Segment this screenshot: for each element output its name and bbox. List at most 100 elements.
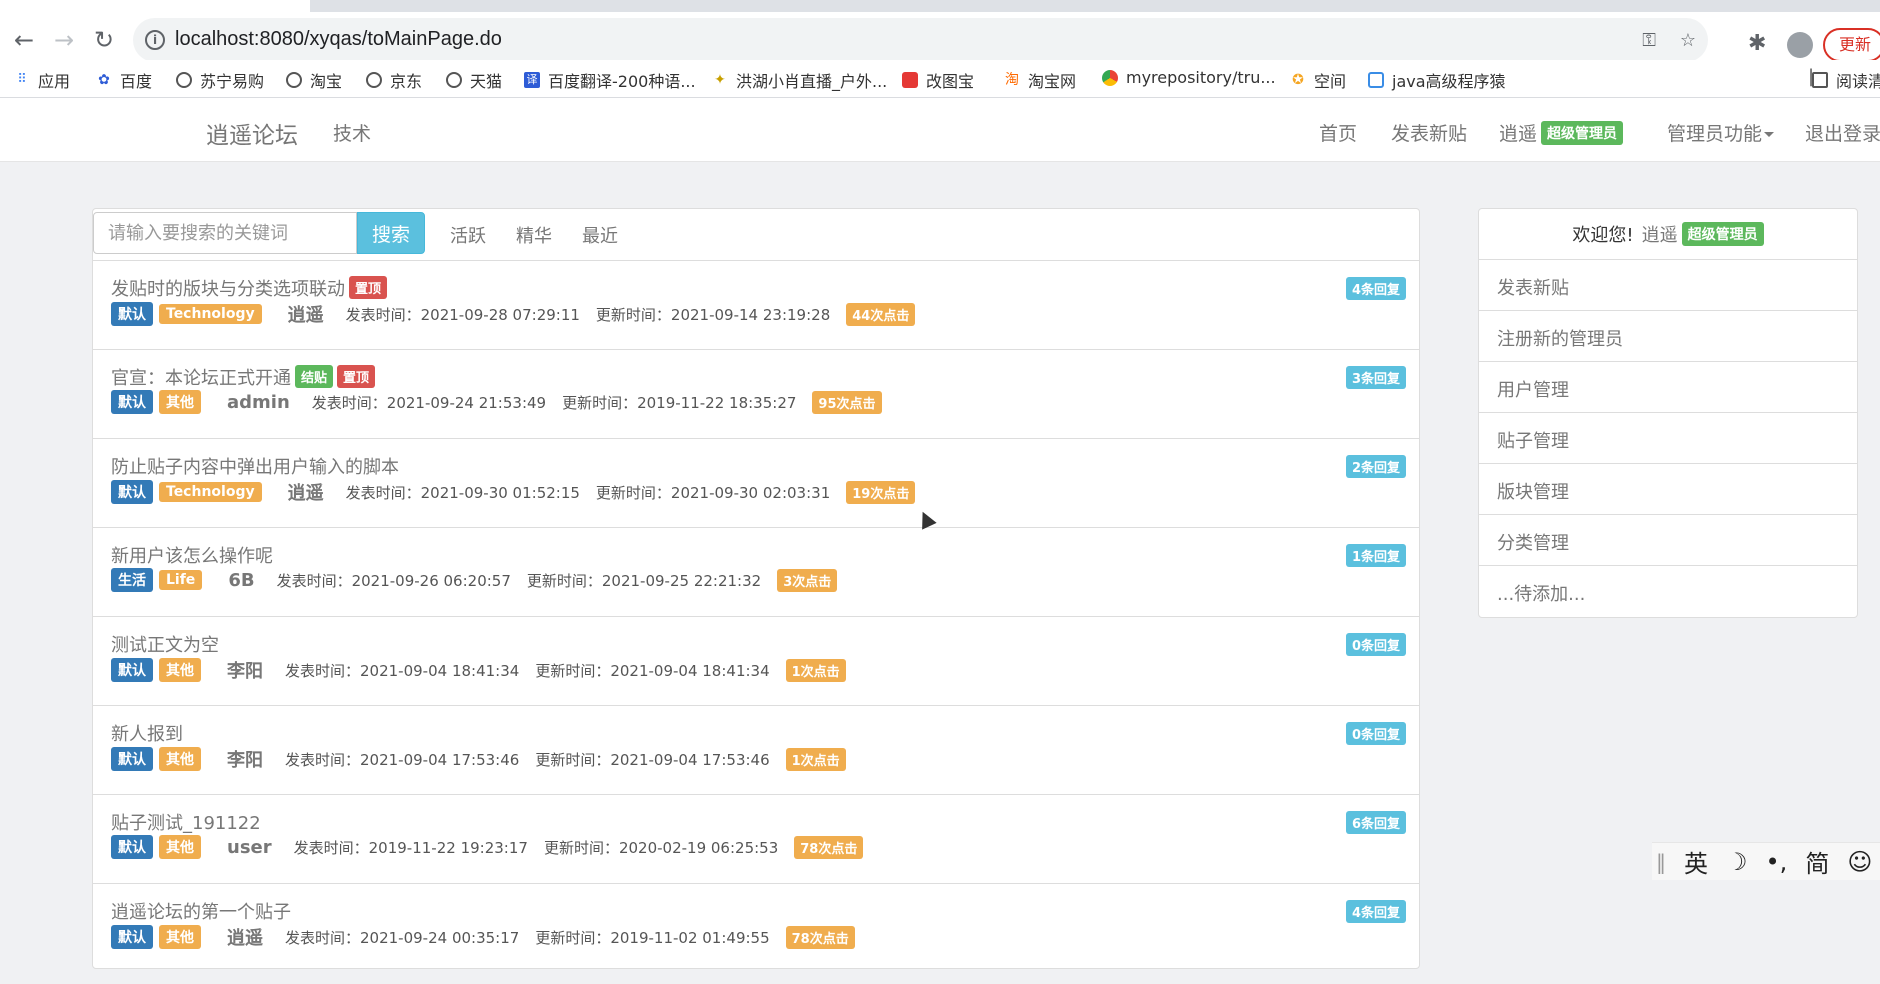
bookmark-java-programmer[interactable]: java高级程序猿 [1368,68,1506,92]
update-button[interactable]: 更新 [1823,28,1880,62]
tab-featured[interactable]: 精华 [516,222,552,248]
reply-count-badge: 4条回复 [1345,900,1406,923]
category-tag[interactable]: Technology [159,482,262,502]
category-tag[interactable]: Technology [159,304,262,324]
sidebar-item-category-management[interactable]: 分类管理 [1479,515,1857,566]
nav-logout[interactable]: 退出登录 [1805,119,1880,146]
post-title-link[interactable]: 测试正文为空 [111,631,219,657]
category-tag[interactable]: Life [159,570,203,590]
post-title-link[interactable]: 发贴时的版块与分类选项联动 置顶 [111,275,388,301]
bookmark-honghu-live[interactable]: ✦ 洪湖小肖直播_户外... [712,68,887,92]
site-brand[interactable]: 逍遥论坛 [206,116,298,150]
forward-arrow-icon[interactable]: → [50,26,78,54]
section-tag[interactable]: 默认 [111,390,153,414]
update-time: 更新时间：2021-09-30 02:03:31 [595,483,831,502]
red-square-icon [902,72,918,88]
key-icon[interactable]: ⚿ [1642,30,1656,51]
search-button[interactable]: 搜索 [357,212,425,254]
post-author[interactable]: 6B [228,570,254,591]
sidebar-item-section-management[interactable]: 版块管理 [1479,464,1857,515]
category-tag[interactable]: 其他 [159,835,201,859]
post-time: 发表时间：2021-09-24 00:35:17 [285,928,520,947]
nav-home[interactable]: 首页 [1319,119,1357,146]
post-author[interactable]: 逍遥 [288,479,324,505]
bookmark-myrepository[interactable]: myrepository/tru... [1102,68,1276,87]
post-author[interactable]: 逍遥 [227,924,263,950]
sidebar-item-user-management[interactable]: 用户管理 [1479,362,1857,413]
post-title-link[interactable]: 新人报到 [111,720,183,746]
section-tag[interactable]: 默认 [111,302,153,326]
bookmark-taobao-net[interactable]: 淘淘宝网 [1004,68,1076,92]
section-tag[interactable]: 生活 [111,568,153,592]
bookmark-taobao[interactable]: 淘宝 [286,68,342,92]
reading-list[interactable]: 阅读清 [1812,68,1880,92]
click-count-badge: 1次点击 [785,658,846,682]
category-tag[interactable]: 其他 [159,925,201,949]
section-tag[interactable]: 默认 [111,658,153,682]
bookmark-baidu-translate[interactable]: 译百度翻译-200种语... [524,68,696,92]
welcome-header: 欢迎您! 逍遥 超级管理员 [1479,209,1857,260]
globe-icon [446,72,462,88]
section-tag[interactable]: 默认 [111,480,153,504]
ime-punctuation-toggle[interactable]: •, [1766,848,1788,876]
site-info-icon[interactable]: i [145,30,165,50]
post-author[interactable]: 李阳 [227,746,263,772]
bookmark-gaitubao[interactable]: 改图宝 [902,68,974,92]
post-title-link[interactable]: 官宣：本论坛正式开通 结贴 置顶 [111,364,376,390]
sidebar-item-post-management[interactable]: 贴子管理 [1479,413,1857,464]
ime-simplified-toggle[interactable]: 简 [1805,844,1829,879]
welcome-text: 欢迎您! [1572,225,1634,246]
click-count-badge: 1次点击 [785,747,846,771]
bookmark-baidu[interactable]: ✿ 百度 [96,68,152,92]
nav-user[interactable]: 逍遥 超级管理员 [1499,119,1624,146]
post-author[interactable]: user [227,837,272,858]
post-meta: 默认 其他 user 发表时间：2019-11-22 19:23:17 更新时间… [111,835,864,859]
reload-icon[interactable]: ↻ [90,26,118,54]
star-icon[interactable]: ☆ [1680,30,1696,51]
nav-admin-menu[interactable]: 管理员功能 [1667,119,1775,146]
section-tag[interactable]: 默认 [111,925,153,949]
nav-new-post[interactable]: 发表新贴 [1391,119,1467,146]
category-tag[interactable]: 其他 [159,390,201,414]
category-tag[interactable]: 其他 [159,658,201,682]
tab-strip [0,0,1880,12]
update-time: 更新时间：2021-09-25 22:21:32 [526,571,762,590]
sidebar-item-new-post[interactable]: 发表新贴 [1479,260,1857,311]
sidebar-item-register-admin[interactable]: 注册新的管理员 [1479,311,1857,362]
section-tag[interactable]: 默认 [111,747,153,771]
extensions-puzzle-icon[interactable]: ✱ [1748,32,1766,56]
bookmark-qzone[interactable]: ✪ 空间 [1290,68,1346,92]
ime-lang-toggle[interactable]: 英 [1684,844,1708,879]
post-author[interactable]: 李阳 [227,657,263,683]
emoji-icon[interactable]: ☺ [1847,848,1872,876]
address-bar[interactable]: i localhost:8080/xyqas/toMainPage.do ⚿ ☆ [133,18,1708,62]
search-input[interactable] [93,212,357,254]
sidebar-username[interactable]: 逍遥 [1642,225,1678,246]
back-arrow-icon[interactable]: ← [10,26,38,54]
bookmark-suning[interactable]: 苏宁易购 [176,68,264,92]
post-title-link[interactable]: 新用户该怎么操作呢 [111,542,273,568]
post-title-link[interactable]: 贴子测试_191122 [111,809,261,835]
post-author[interactable]: 逍遥 [288,301,324,327]
active-tab[interactable] [0,0,310,12]
bilibili-tv-icon [1368,72,1384,88]
profile-avatar-icon[interactable] [1787,32,1813,58]
sidebar-item-to-be-added[interactable]: ...待添加... [1479,566,1857,617]
section-tag[interactable]: 默认 [111,835,153,859]
url-text[interactable]: localhost:8080/xyqas/toMainPage.do [175,28,502,51]
bookmark-tmall[interactable]: 天猫 [446,68,502,92]
bookmark-jd[interactable]: 京东 [366,68,422,92]
post-author[interactable]: admin [227,392,290,413]
tab-active[interactable]: 活跃 [450,222,486,248]
bookmark-apps[interactable]: ⠿ 应用 [14,68,70,92]
nav-tech[interactable]: 技术 [333,119,371,146]
post-title-link[interactable]: 逍遥论坛的第一个贴子 [111,898,291,924]
post-meta: 默认 Technology 逍遥 发表时间：2021-09-28 07:29:1… [111,301,916,327]
category-tag[interactable]: 其他 [159,747,201,771]
moon-icon[interactable]: ☽ [1726,848,1748,876]
ime-grip-icon[interactable]: ‖ [1656,850,1666,874]
post-title-link[interactable]: 防止贴子内容中弹出用户输入的脚本 [111,453,399,479]
update-time: 更新时间：2021-09-04 18:41:34 [535,661,770,680]
post-time: 发表时间：2021-09-28 07:29:11 [345,305,580,324]
tab-recent[interactable]: 最近 [582,222,618,248]
